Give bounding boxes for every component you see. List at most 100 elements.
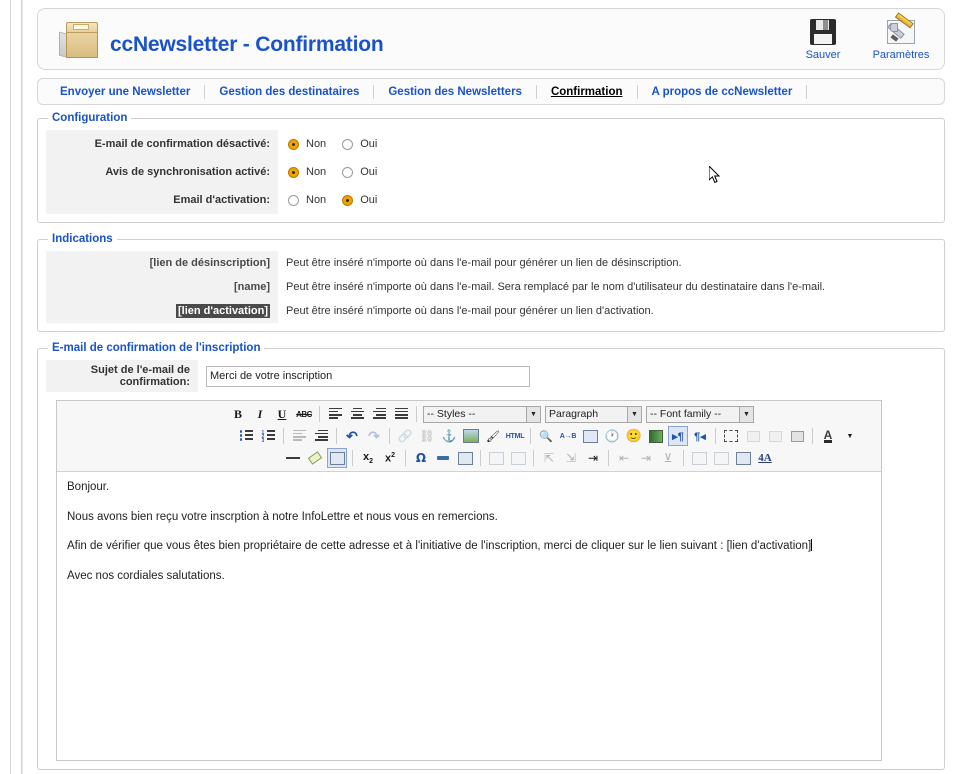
link-icon[interactable]: 🔗 xyxy=(395,426,415,446)
replace-icon[interactable]: A→B xyxy=(558,426,578,446)
search-icon[interactable]: 🔍 xyxy=(536,426,556,446)
tab-separator xyxy=(806,85,807,99)
undo-icon[interactable]: ↶ xyxy=(342,426,362,446)
insert-column-after-icon[interactable]: ⇥ xyxy=(636,448,656,468)
indications-legend: Indications xyxy=(48,233,117,245)
emoticon-icon[interactable]: 🙂 xyxy=(624,426,644,446)
editor-toolbar-row-3: x2 x2 Ω ⇱ ⇲ ⇥ xyxy=(57,447,881,469)
styles-dropdown-value: -- Styles -- xyxy=(427,408,479,420)
copy-icon[interactable] xyxy=(765,426,785,446)
save-button-label: Sauver xyxy=(792,49,854,61)
toolbar-separator xyxy=(405,450,406,466)
subscript-icon[interactable]: x2 xyxy=(358,448,378,468)
delete-column-icon[interactable]: ⊻ xyxy=(658,448,678,468)
settings-button[interactable]: Paramètres xyxy=(870,17,932,61)
insert-date-icon[interactable]: 🕐 xyxy=(602,426,622,446)
italic-icon[interactable]: I xyxy=(250,404,270,424)
editor-paragraph: Avec nos cordiales salutations. xyxy=(67,569,871,585)
superscript-icon[interactable]: x2 xyxy=(380,448,400,468)
toolbar-separator xyxy=(683,450,684,466)
ltr-icon[interactable]: ▸¶ xyxy=(668,426,688,446)
align-center-icon[interactable] xyxy=(347,404,367,424)
html-source-icon[interactable]: HTML xyxy=(505,426,525,446)
special-char-icon[interactable]: Ω xyxy=(411,448,431,468)
delete-row-icon[interactable]: ⇥ xyxy=(583,448,603,468)
font-family-dropdown[interactable]: -- Font family -- ▼ xyxy=(646,406,754,423)
save-button[interactable]: Sauver xyxy=(792,17,854,61)
tab-a-propos[interactable]: A propos de ccNewsletter xyxy=(638,86,807,98)
format-dropdown[interactable]: Paragraph ▼ xyxy=(545,406,642,423)
align-justify-icon[interactable] xyxy=(391,404,411,424)
spellcheck-icon[interactable] xyxy=(580,426,600,446)
radio-confirmation-disabled-non[interactable] xyxy=(288,139,299,150)
horizontal-rule-icon[interactable] xyxy=(283,448,303,468)
radio-activation-email-oui[interactable] xyxy=(342,195,353,206)
tab-bar: Envoyer une Newsletter Gestion des desti… xyxy=(37,78,945,105)
indication-key-highlighted: [lien d'activation] xyxy=(46,299,278,323)
indent-icon[interactable] xyxy=(311,426,331,446)
cleanup-icon[interactable]: 🖌 xyxy=(483,426,503,446)
settings-button-label: Paramètres xyxy=(870,49,932,61)
table-icon[interactable] xyxy=(327,448,347,468)
indication-key: [lien de désinscription] xyxy=(46,251,278,275)
numbered-list-icon[interactable]: 123 xyxy=(258,426,278,446)
toolbar-separator xyxy=(389,428,390,444)
split-cells-icon[interactable] xyxy=(508,448,528,468)
indication-description: Peut être inséré n'importe où dans l'e-m… xyxy=(278,281,825,293)
styles-dropdown[interactable]: -- Styles -- ▼ xyxy=(423,406,541,423)
redo-icon[interactable]: ↷ xyxy=(364,426,384,446)
insert-column-before-icon[interactable]: ⇤ xyxy=(614,448,634,468)
styled-text-icon[interactable]: 4A xyxy=(755,448,775,468)
strikethrough-icon[interactable]: ABC xyxy=(294,404,314,424)
bold-icon[interactable]: B xyxy=(228,404,248,424)
page-break-icon[interactable] xyxy=(433,448,453,468)
toolbar-separator xyxy=(416,406,417,422)
insert-row-after-icon[interactable]: ⇲ xyxy=(561,448,581,468)
subject-input[interactable] xyxy=(206,366,530,387)
table-properties-icon[interactable] xyxy=(689,448,709,468)
floppy-disk-icon xyxy=(792,17,854,47)
unlink-icon[interactable]: ⛓ xyxy=(417,426,437,446)
image-icon[interactable] xyxy=(461,426,481,446)
tab-envoyer-newsletter[interactable]: Envoyer une Newsletter xyxy=(46,86,204,98)
indication-row-name: [name] Peut être inséré n'importe où dan… xyxy=(46,275,936,299)
fullscreen-icon[interactable] xyxy=(721,426,741,446)
indication-key: [name] xyxy=(46,275,278,299)
text-color-chevron-down-icon[interactable]: ▼ xyxy=(840,426,860,446)
radio-label-non: Non xyxy=(306,138,326,150)
align-right-icon[interactable] xyxy=(369,404,389,424)
config-options: Non Oui xyxy=(278,194,389,206)
rtl-icon[interactable]: ¶◂ xyxy=(690,426,710,446)
tab-gestion-destinataires[interactable]: Gestion des destinataires xyxy=(205,86,373,98)
merge-cells-icon[interactable] xyxy=(486,448,506,468)
content-area: Configuration E-mail de confirmation dés… xyxy=(37,112,945,774)
paste-icon[interactable] xyxy=(787,426,807,446)
config-label: E-mail de confirmation désactivé: xyxy=(46,130,278,158)
editor-body[interactable]: Bonjour. Nous avons bien reçu votre insc… xyxy=(57,472,881,760)
rich-text-editor: B I U ABC -- Styles -- xyxy=(56,400,882,761)
config-label: Avis de synchronisation activé: xyxy=(46,158,278,186)
outdent-icon[interactable] xyxy=(289,426,309,446)
radio-sync-notice-oui[interactable] xyxy=(342,167,353,178)
text-color-icon[interactable]: A xyxy=(818,426,838,446)
anchor-icon[interactable]: ⚓ xyxy=(439,426,459,446)
row-properties-icon[interactable] xyxy=(733,448,753,468)
toolbar-separator xyxy=(319,406,320,422)
remove-format-icon[interactable] xyxy=(305,448,325,468)
radio-sync-notice-non[interactable] xyxy=(288,167,299,178)
radio-confirmation-disabled-oui[interactable] xyxy=(342,139,353,150)
insert-row-before-icon[interactable]: ⇱ xyxy=(539,448,559,468)
radio-activation-email-non[interactable] xyxy=(288,195,299,206)
edit-html-icon[interactable] xyxy=(455,448,475,468)
media-icon[interactable] xyxy=(646,426,666,446)
indication-description: Peut être inséré n'importe où dans l'e-m… xyxy=(278,305,654,317)
tab-gestion-newsletters[interactable]: Gestion des Newsletters xyxy=(374,86,536,98)
cut-icon[interactable] xyxy=(743,426,763,446)
align-left-icon[interactable] xyxy=(325,404,345,424)
bullet-list-icon[interactable] xyxy=(236,426,256,446)
tab-confirmation[interactable]: Confirmation xyxy=(537,86,637,98)
cell-properties-icon[interactable] xyxy=(711,448,731,468)
subject-label: Sujet de l'e-mail de confirmation: xyxy=(46,360,198,392)
radio-label-non: Non xyxy=(306,194,326,206)
underline-icon[interactable]: U xyxy=(272,404,292,424)
